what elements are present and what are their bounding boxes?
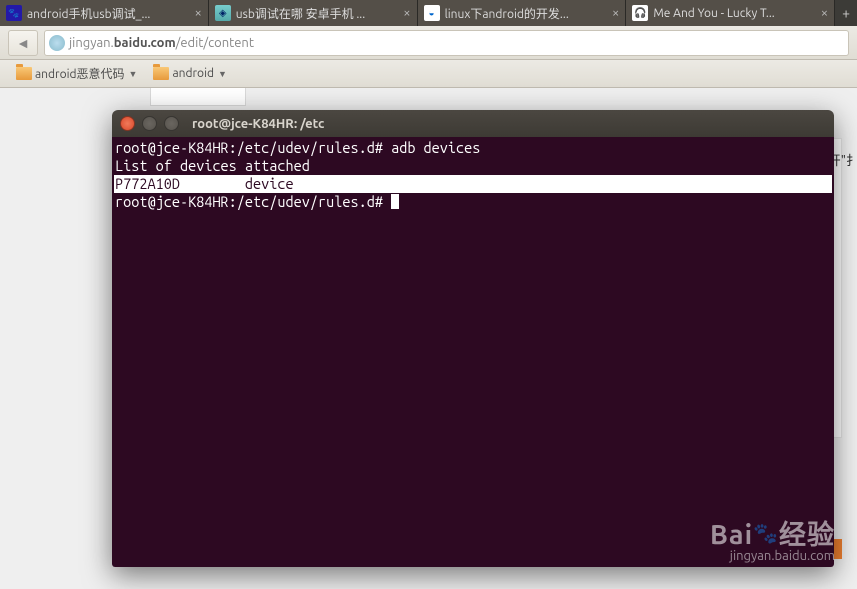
bookmark-label: android恶意代码 [35, 65, 125, 82]
bookmark-folder-0[interactable]: android恶意代码 ▼ [10, 63, 143, 84]
terminal-window: root@jce-K84HR: /etc root@jce-K84HR:/etc… [112, 110, 834, 567]
url-bar[interactable]: jingyan.baidu.com/edit/content [44, 30, 849, 56]
tab-title: android手机usb调试_... [27, 5, 189, 22]
tab-1[interactable]: ◈ usb调试在哪 安卓手机 ... × [209, 0, 418, 26]
terminal-cursor [391, 194, 399, 209]
window-close-button[interactable] [120, 116, 135, 131]
url-host: baidu.com [114, 36, 176, 50]
headphones-icon: 🎧 [632, 5, 648, 21]
tab-2[interactable]: ◒ linux下android的开发... × [418, 0, 627, 26]
bookmark-folder-1[interactable]: android ▼ [147, 65, 232, 82]
close-icon[interactable]: × [194, 6, 201, 20]
terminal-line: P772A10D device [114, 175, 832, 193]
tab-0[interactable]: 🐾 android手机usb调试_... × [0, 0, 209, 26]
back-button[interactable]: ◄ [8, 30, 38, 56]
tab-title: linux下android的开发... [445, 5, 607, 22]
terminal-line: root@jce-K84HR:/etc/udev/rules.d# [114, 193, 832, 211]
chevron-down-icon: ▼ [218, 69, 227, 79]
folder-icon [16, 67, 32, 80]
terminal-body[interactable]: root@jce-K84HR:/etc/udev/rules.d# adb de… [112, 137, 834, 567]
page-fragment [150, 88, 246, 106]
new-tab-button[interactable]: + [835, 0, 857, 26]
paw-icon: 🐾 [6, 5, 22, 21]
site-identity-icon [49, 35, 65, 51]
close-icon[interactable]: × [821, 6, 828, 20]
url-path: /edit/content [176, 36, 254, 50]
close-icon[interactable]: × [612, 6, 619, 20]
close-icon[interactable]: × [403, 6, 410, 20]
url-prefix: jingyan. [69, 36, 114, 50]
terminal-title: root@jce-K84HR: /etc [192, 117, 324, 131]
page-accent-strip [834, 539, 842, 559]
terminal-line: root@jce-K84HR:/etc/udev/rules.d# adb de… [114, 139, 832, 157]
browser-toolbar: ◄ jingyan.baidu.com/edit/content [0, 26, 857, 60]
chevron-down-icon: ▼ [129, 69, 138, 79]
diamond-icon: ◈ [215, 5, 231, 21]
window-maximize-button[interactable] [164, 116, 179, 131]
tab-title: usb调试在哪 安卓手机 ... [236, 5, 398, 22]
globe-icon: ◒ [424, 5, 440, 21]
bookmark-label: android [172, 67, 214, 80]
browser-tabs: 🐾 android手机usb调试_... × ◈ usb调试在哪 安卓手机 ..… [0, 0, 857, 26]
bookmarks-bar: android恶意代码 ▼ android ▼ [0, 60, 857, 88]
tab-title: Me And You - Lucky T... [653, 7, 815, 20]
tab-3[interactable]: 🎧 Me And You - Lucky T... × [626, 0, 835, 26]
folder-icon [153, 67, 169, 80]
url-text: jingyan.baidu.com/edit/content [69, 36, 254, 50]
window-minimize-button[interactable] [142, 116, 157, 131]
terminal-line: List of devices attached [114, 157, 832, 175]
terminal-titlebar[interactable]: root@jce-K84HR: /etc [112, 110, 834, 137]
